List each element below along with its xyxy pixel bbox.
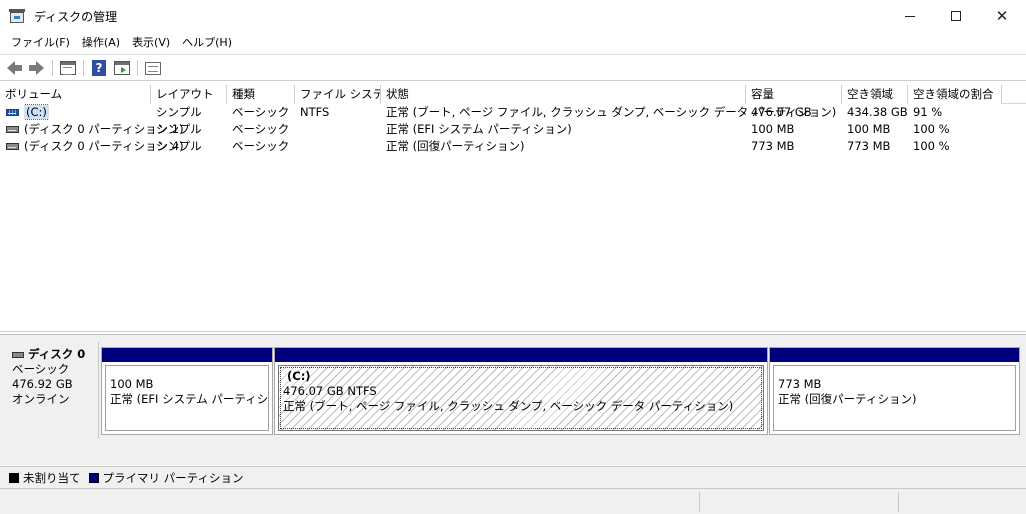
partition-status: 正常 (EFI システム パーティション)	[110, 392, 269, 406]
disk-icon	[12, 351, 24, 358]
column-header-volume[interactable]: ボリューム	[0, 85, 151, 104]
partition-size: 476.07 GB NTFS	[283, 384, 377, 398]
volume-icon	[6, 143, 19, 150]
menu-bar: ファイル(F) 操作(A) 表示(V) ヘルプ(H)	[0, 32, 1026, 54]
partition-details: (C:) 476.07 GB NTFS 正常 (ブート, ページ ファイル, ク…	[278, 365, 764, 431]
list-view-icon	[60, 61, 76, 75]
close-icon: ✕	[995, 6, 1009, 25]
volume-list[interactable]: ボリューム レイアウト 種類 ファイル システム 状態 容量 空き領域 空き領域…	[0, 82, 1026, 332]
disk-size: 476.92 GB	[12, 377, 73, 391]
maximize-button[interactable]	[933, 0, 979, 32]
menu-view[interactable]: 表示(V)	[126, 33, 176, 53]
forward-button[interactable]	[27, 59, 47, 77]
close-button[interactable]: ✕	[979, 0, 1025, 32]
partition-bar	[275, 348, 767, 362]
legend-unallocated: 未割り当て	[9, 470, 81, 486]
status-separator	[898, 492, 899, 512]
partition-details: 100 MB 正常 (EFI システム パーティション)	[105, 365, 269, 431]
column-header-status[interactable]: 状態	[381, 85, 746, 104]
toolbar-separator	[52, 60, 53, 76]
forward-arrow-icon	[29, 61, 45, 75]
volume-percent-free: 100 %	[913, 122, 950, 136]
volume-icon	[6, 126, 19, 133]
volume-list-header: ボリューム レイアウト 種類 ファイル システム 状態 容量 空き領域 空き領域…	[0, 85, 1026, 104]
help-icon: ?	[92, 60, 106, 76]
partition-size: 100 MB	[110, 377, 154, 391]
legend-swatch-primary	[88, 472, 99, 483]
volume-name: (C:)	[24, 104, 49, 120]
partition-title: (C:)	[287, 369, 311, 383]
partition-status: 正常 (ブート, ページ ファイル, クラッシュ ダンプ, ベーシック データ …	[283, 399, 734, 413]
disk-graphical-view: ディスク 0 ベーシック 476.92 GB オンライン 100 MB 正常 (…	[0, 334, 1026, 465]
legend-primary-partition: プライマリ パーティション	[88, 470, 244, 486]
action-pane-icon	[114, 61, 130, 75]
volume-type: ベーシック	[232, 122, 290, 136]
partition-bar	[102, 348, 272, 362]
partition-c[interactable]: (C:) 476.07 GB NTFS 正常 (ブート, ページ ファイル, ク…	[274, 347, 768, 435]
partition-details: 773 MB 正常 (回復パーティション)	[773, 365, 1016, 431]
legend-label: プライマリ パーティション	[102, 470, 244, 485]
back-button[interactable]	[5, 59, 25, 77]
properties-icon	[145, 61, 161, 75]
toolbar: ?	[0, 54, 1026, 81]
column-header-capacity[interactable]: 容量	[746, 85, 842, 104]
volume-capacity: 476.07 GB	[751, 105, 812, 119]
legend: 未割り当て プライマリ パーティション	[0, 466, 1026, 488]
column-header-percent-free[interactable]: 空き領域の割合	[908, 85, 1002, 104]
properties-button[interactable]	[143, 59, 163, 77]
status-separator	[699, 492, 700, 512]
show-hide-console-tree-button[interactable]	[58, 59, 78, 77]
volume-type: ベーシック	[232, 139, 290, 153]
toolbar-separator	[83, 60, 84, 76]
action-pane-button[interactable]	[112, 59, 132, 77]
menu-help[interactable]: ヘルプ(H)	[176, 33, 238, 53]
status-bar	[0, 488, 1026, 514]
volume-layout: シンプル	[156, 105, 202, 119]
partition-bar	[770, 348, 1019, 362]
volume-status: 正常 (回復パーティション)	[386, 139, 525, 153]
disk-state: オンライン	[12, 392, 70, 406]
legend-swatch-unallocated	[9, 472, 19, 483]
volume-row[interactable]: (ディスク 0 パーティション 1) シンプル ベーシック 正常 (EFI シス…	[0, 121, 1026, 138]
column-header-free-space[interactable]: 空き領域	[842, 85, 908, 104]
volume-free-space: 434.38 GB	[847, 105, 908, 119]
maximize-icon	[951, 11, 961, 21]
volume-free-space: 100 MB	[847, 122, 891, 136]
title-bar: ディスクの管理 ✕	[0, 0, 1026, 32]
partition-status: 正常 (回復パーティション)	[778, 392, 917, 406]
minimize-button[interactable]	[887, 0, 933, 32]
disk-0-label[interactable]: ディスク 0 ベーシック 476.92 GB オンライン	[3, 342, 99, 438]
disk-type: ベーシック	[12, 362, 70, 376]
volume-capacity: 100 MB	[751, 122, 795, 136]
back-arrow-icon	[7, 61, 23, 75]
menu-action[interactable]: 操作(A)	[76, 33, 126, 53]
volume-layout: シンプル	[156, 139, 202, 153]
disk-management-app-icon	[9, 9, 25, 23]
toolbar-separator	[137, 60, 138, 76]
system-volume-icon	[6, 109, 19, 116]
window-title: ディスクの管理	[34, 10, 118, 24]
volume-row[interactable]: (ディスク 0 パーティション 4) シンプル ベーシック 正常 (回復パーティ…	[0, 138, 1026, 155]
volume-percent-free: 91 %	[913, 105, 943, 119]
column-header-layout[interactable]: レイアウト	[151, 85, 227, 104]
volume-capacity: 773 MB	[751, 139, 795, 153]
volume-filesystem: NTFS	[300, 105, 330, 119]
partition-efi[interactable]: 100 MB 正常 (EFI システム パーティション)	[101, 347, 273, 435]
disk-name: ディスク 0	[28, 347, 86, 361]
menu-file[interactable]: ファイル(F)	[5, 33, 76, 53]
column-header-filesystem[interactable]: ファイル システム	[295, 85, 381, 104]
legend-label: 未割り当て	[23, 470, 81, 485]
column-header-type[interactable]: 種類	[227, 85, 295, 104]
volume-row[interactable]: (C:) シンプル ベーシック NTFS 正常 (ブート, ページ ファイル, …	[0, 104, 1026, 121]
volume-status: 正常 (EFI システム パーティション)	[386, 122, 572, 136]
volume-percent-free: 100 %	[913, 139, 950, 153]
help-button[interactable]: ?	[89, 59, 109, 77]
partition-size: 773 MB	[778, 377, 822, 391]
partition-recovery[interactable]: 773 MB 正常 (回復パーティション)	[769, 347, 1020, 435]
minimize-icon	[905, 15, 915, 17]
volume-layout: シンプル	[156, 122, 202, 136]
volume-free-space: 773 MB	[847, 139, 891, 153]
volume-type: ベーシック	[232, 105, 290, 119]
